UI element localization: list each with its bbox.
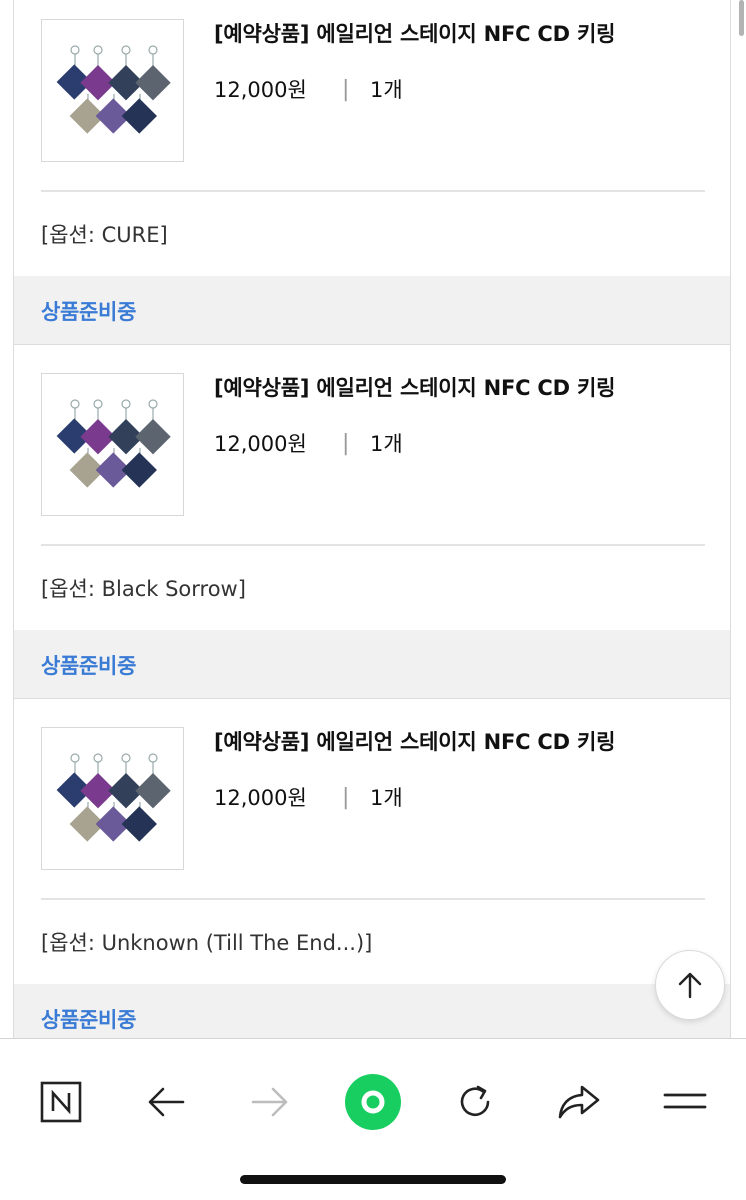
order-status: 상품준비중 <box>41 654 137 678</box>
product-price: 12,000원 <box>214 786 307 810</box>
product-name[interactable]: [예약상품] 에일리언 스테이지 NFC CD 키링 <box>214 726 615 756</box>
order-status: 상품준비중 <box>41 300 137 324</box>
order-item: [예약상품] 에일리언 스테이지 NFC CD 키링 12,000원 | 1개 … <box>14 0 730 345</box>
order-status-bar: 상품준비중 <box>14 984 730 1038</box>
green-dot-button[interactable] <box>338 1067 408 1137</box>
back-arrow-icon <box>148 1087 185 1117</box>
browser-toolbar <box>0 1038 746 1200</box>
divider <box>41 190 705 192</box>
product-option: [옵션: Black Sorrow] <box>41 577 246 601</box>
order-status: 상품준비중 <box>41 1008 137 1032</box>
reload-button[interactable] <box>440 1067 510 1137</box>
scrollbar[interactable] <box>739 0 744 36</box>
price-quantity-row: 12,000원 | 1개 <box>214 428 403 458</box>
separator: | <box>342 76 350 102</box>
naver-n-icon <box>40 1081 82 1123</box>
product-quantity: 1개 <box>370 78 403 102</box>
menu-button[interactable] <box>650 1067 720 1137</box>
divider <box>41 544 705 546</box>
order-status-bar: 상품준비중 <box>14 276 730 345</box>
product-price: 12,000원 <box>214 78 307 102</box>
naver-home-button[interactable] <box>26 1067 96 1137</box>
keyring-image <box>56 753 171 842</box>
share-button[interactable] <box>544 1067 614 1137</box>
home-indicator[interactable] <box>240 1175 506 1184</box>
keyring-image <box>56 45 171 134</box>
product-price: 12,000원 <box>214 432 307 456</box>
product-quantity: 1개 <box>370 786 403 810</box>
back-button[interactable] <box>131 1067 201 1137</box>
product-thumbnail[interactable] <box>41 373 184 516</box>
product-option: [옵션: Unknown (Till The End...)] <box>41 931 373 955</box>
order-item-body: [예약상품] 에일리언 스테이지 NFC CD 키링 12,000원 | 1개 … <box>14 708 730 984</box>
scroll-to-top-button[interactable] <box>655 950 725 1020</box>
separator: | <box>342 784 350 810</box>
separator: | <box>342 430 350 456</box>
order-list: [예약상품] 에일리언 스테이지 NFC CD 키링 12,000원 | 1개 … <box>13 0 731 1038</box>
order-item: [예약상품] 에일리언 스테이지 NFC CD 키링 12,000원 | 1개 … <box>14 354 730 699</box>
arrow-up-icon <box>678 972 702 999</box>
price-quantity-row: 12,000원 | 1개 <box>214 74 403 104</box>
product-thumbnail[interactable] <box>41 19 184 162</box>
forward-arrow-icon <box>251 1087 288 1117</box>
green-circle-home-icon <box>345 1074 401 1130</box>
product-name[interactable]: [예약상품] 에일리언 스테이지 NFC CD 키링 <box>214 372 615 402</box>
order-status-bar: 상품준비중 <box>14 630 730 699</box>
product-thumbnail[interactable] <box>41 727 184 870</box>
menu-icon <box>663 1093 707 1109</box>
order-item-body: [예약상품] 에일리언 스테이지 NFC CD 키링 12,000원 | 1개 … <box>14 354 730 630</box>
share-icon <box>558 1085 600 1119</box>
keyring-image <box>56 399 171 488</box>
order-list-viewport: [예약상품] 에일리언 스테이지 NFC CD 키링 12,000원 | 1개 … <box>0 0 746 1038</box>
product-option: [옵션: CURE] <box>41 223 168 247</box>
price-quantity-row: 12,000원 | 1개 <box>214 782 403 812</box>
divider <box>41 898 705 900</box>
reload-icon <box>460 1085 490 1117</box>
order-item: [예약상품] 에일리언 스테이지 NFC CD 키링 12,000원 | 1개 … <box>14 708 730 1038</box>
forward-button[interactable] <box>235 1067 305 1137</box>
product-quantity: 1개 <box>370 432 403 456</box>
order-item-body: [예약상품] 에일리언 스테이지 NFC CD 키링 12,000원 | 1개 … <box>14 0 730 276</box>
product-name[interactable]: [예약상품] 에일리언 스테이지 NFC CD 키링 <box>214 18 615 48</box>
